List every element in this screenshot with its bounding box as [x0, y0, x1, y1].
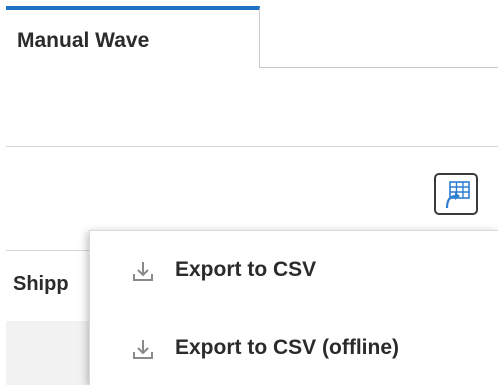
- download-icon: [132, 339, 154, 366]
- menu-item-label: Export to CSV (offline): [175, 336, 399, 359]
- download-icon: [132, 261, 154, 288]
- section-divider: [6, 146, 498, 147]
- column-header-shipp[interactable]: Shipp: [13, 273, 69, 296]
- grid-export-button[interactable]: [434, 173, 478, 215]
- page: Manual Wave Shipp Export to CSV Export t…: [0, 0, 498, 385]
- tab-bar-baseline: [260, 67, 498, 68]
- export-menu: Export to CSV Export to CSV (offline): [89, 230, 498, 385]
- menu-item-export-csv-offline[interactable]: Export to CSV (offline): [90, 319, 498, 379]
- tab-label: Manual Wave: [17, 29, 150, 52]
- menu-item-label: Export to CSV: [175, 258, 317, 281]
- tab-manual-wave[interactable]: Manual Wave: [6, 6, 260, 68]
- grid-export-icon: [445, 181, 470, 209]
- menu-item-export-csv[interactable]: Export to CSV: [90, 241, 498, 301]
